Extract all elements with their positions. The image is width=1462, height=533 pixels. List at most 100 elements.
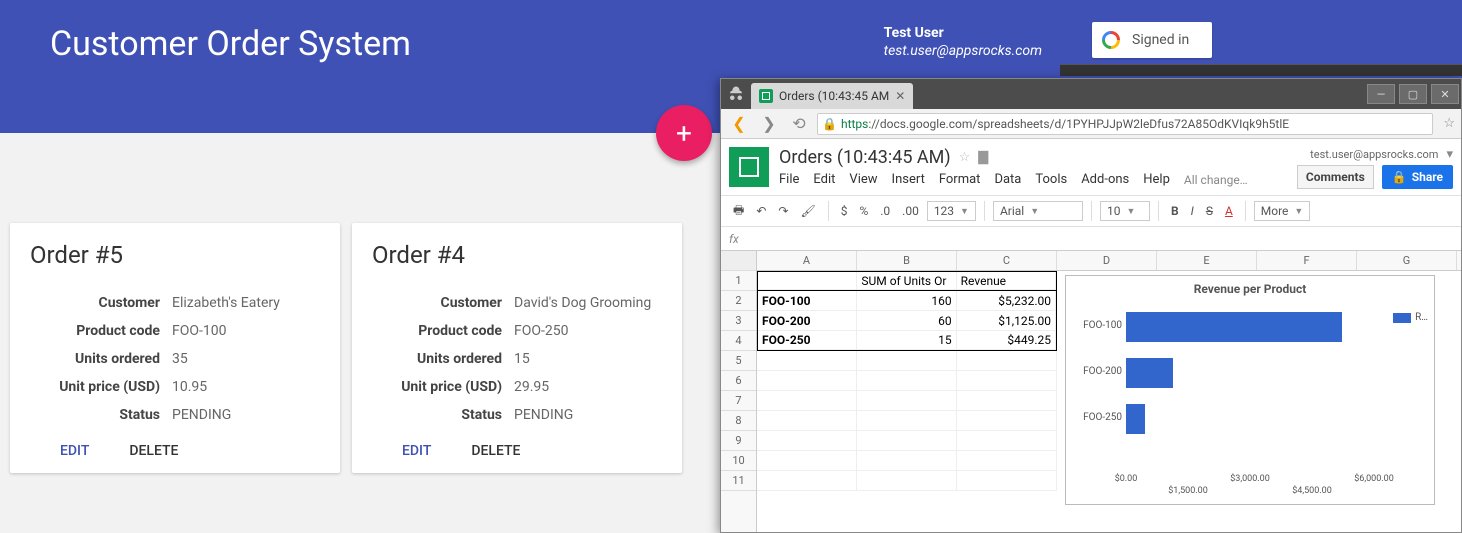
row-header[interactable]: 9 (721, 431, 756, 451)
chart-x-tick: $4,500.00 (1292, 486, 1332, 496)
customer-value: Elizabeth's Eatery (172, 295, 280, 311)
undo-icon[interactable]: ↶ (752, 202, 770, 220)
browser-tab[interactable]: Orders (10:43:45 AM ✕ (751, 83, 913, 109)
cell[interactable] (957, 391, 1057, 411)
row-header[interactable]: 1 (721, 271, 756, 291)
nav-forward-button[interactable]: ❯ (757, 112, 781, 136)
add-order-button[interactable]: + (656, 105, 712, 161)
cell[interactable] (857, 391, 957, 411)
cell[interactable] (757, 451, 857, 471)
cell[interactable]: FOO-200 (758, 311, 857, 331)
comments-button[interactable]: Comments (1297, 165, 1374, 189)
browser-window: Orders (10:43:45 AM ✕ — ▢ ✕ ❮ ❯ ⟲ 🔒 http… (720, 78, 1462, 533)
font-family-dropdown[interactable]: Arial▼ (993, 201, 1083, 221)
row-header[interactable]: 6 (721, 371, 756, 391)
window-maximize-button[interactable]: ▢ (1399, 84, 1427, 104)
unit-price-value: 29.95 (514, 379, 549, 395)
number-format-dropdown[interactable]: 123▼ (927, 201, 976, 221)
share-button[interactable]: 🔒 Share (1382, 165, 1453, 189)
cell[interactable] (957, 411, 1057, 431)
row-header[interactable]: 10 (721, 451, 756, 471)
spreadsheet-grid[interactable]: 1 2 3 4 5 6 7 8 9 10 11 A B C D E F (721, 251, 1461, 532)
row-header[interactable]: 11 (721, 471, 756, 491)
cell[interactable] (757, 391, 857, 411)
col-header[interactable]: F (1257, 251, 1357, 270)
cell[interactable]: 15 (857, 331, 956, 350)
cell[interactable] (758, 272, 857, 290)
paint-format-icon[interactable]: 🖌 (796, 202, 819, 220)
edit-button[interactable]: EDIT (60, 443, 89, 459)
cell[interactable] (757, 351, 857, 371)
cell[interactable]: 160 (857, 291, 956, 311)
row-header[interactable]: 2 (721, 291, 756, 311)
col-header[interactable]: A (757, 251, 857, 270)
formula-bar[interactable]: fx (721, 227, 1461, 251)
font-size-dropdown[interactable]: 10▼ (1100, 201, 1150, 221)
url-input[interactable]: 🔒 https ://docs.google.com/spreadsheets/… (817, 113, 1433, 135)
bold-button[interactable]: B (1167, 202, 1183, 220)
cell[interactable]: FOO-250 (758, 331, 857, 350)
chart-x-tick: $3,000.00 (1230, 474, 1270, 484)
col-header[interactable]: G (1357, 251, 1457, 270)
row-header[interactable]: 4 (721, 331, 756, 351)
percent-button[interactable]: % (855, 202, 872, 220)
cell[interactable] (857, 451, 957, 471)
cell[interactable]: 60 (857, 311, 956, 331)
cell[interactable]: Revenue (957, 272, 1056, 290)
decrease-decimal-button[interactable]: .0 (876, 202, 894, 220)
strike-button[interactable]: S (1202, 202, 1217, 220)
cell[interactable] (857, 371, 957, 391)
row-header[interactable]: 8 (721, 411, 756, 431)
row-header[interactable]: 5 (721, 351, 756, 371)
italic-button[interactable]: I (1187, 202, 1198, 220)
cell[interactable]: $1,125.00 (957, 311, 1056, 331)
window-titlebar[interactable]: Orders (10:43:45 AM ✕ — ▢ ✕ (721, 79, 1461, 109)
embedded-chart[interactable]: Revenue per Product R… FOO-100FOO-200FOO… (1065, 275, 1435, 505)
cell[interactable]: SUM of Units Or (857, 272, 956, 290)
window-close-button[interactable]: ✕ (1431, 84, 1459, 104)
cell[interactable] (857, 471, 957, 491)
star-icon[interactable]: ☆ (959, 150, 971, 165)
cell[interactable] (957, 471, 1057, 491)
cell[interactable]: $5,232.00 (957, 291, 1056, 311)
nav-back-button[interactable]: ❮ (727, 112, 751, 136)
cell[interactable] (957, 451, 1057, 471)
col-header[interactable]: C (957, 251, 1057, 270)
cell[interactable]: $449.25 (957, 331, 1056, 350)
nav-reload-button[interactable]: ⟲ (787, 112, 811, 136)
tab-close-icon[interactable]: ✕ (895, 89, 905, 103)
text-color-button[interactable]: A (1221, 202, 1237, 220)
folder-icon[interactable]: ▇ (978, 150, 988, 165)
cell[interactable] (757, 371, 857, 391)
row-header[interactable]: 7 (721, 391, 756, 411)
edit-button[interactable]: EDIT (402, 443, 431, 459)
field-label: Product code (372, 323, 502, 339)
row-header[interactable]: 3 (721, 311, 756, 331)
cell[interactable] (957, 431, 1057, 451)
cell[interactable] (757, 411, 857, 431)
col-header[interactable]: B (857, 251, 957, 270)
more-toolbar-dropdown[interactable]: More▼ (1254, 201, 1311, 221)
increase-decimal-button[interactable]: .00 (898, 202, 923, 220)
cell[interactable] (757, 471, 857, 491)
cell[interactable] (857, 411, 957, 431)
cell[interactable] (757, 431, 857, 451)
currency-button[interactable]: $ (837, 202, 852, 220)
print-icon[interactable]: 🖶 (729, 199, 748, 224)
col-header[interactable]: D (1057, 251, 1157, 270)
url-scheme: https (841, 117, 868, 131)
signin-chip[interactable]: Signed in (1092, 22, 1212, 58)
cell[interactable] (957, 351, 1057, 371)
tab-title: Orders (10:43:45 AM (779, 89, 889, 103)
cell[interactable]: FOO-100 (758, 291, 857, 311)
cell[interactable] (857, 431, 957, 451)
bookmark-star-icon[interactable]: ☆ (1443, 116, 1455, 131)
cell[interactable] (857, 351, 957, 371)
col-header[interactable]: E (1157, 251, 1257, 270)
delete-button[interactable]: DELETE (471, 443, 520, 459)
account-email[interactable]: test.user@appsrocks.com (1310, 148, 1438, 161)
cell[interactable] (957, 371, 1057, 391)
delete-button[interactable]: DELETE (129, 443, 178, 459)
redo-icon[interactable]: ↷ (774, 202, 792, 220)
window-minimize-button[interactable]: — (1367, 84, 1395, 104)
